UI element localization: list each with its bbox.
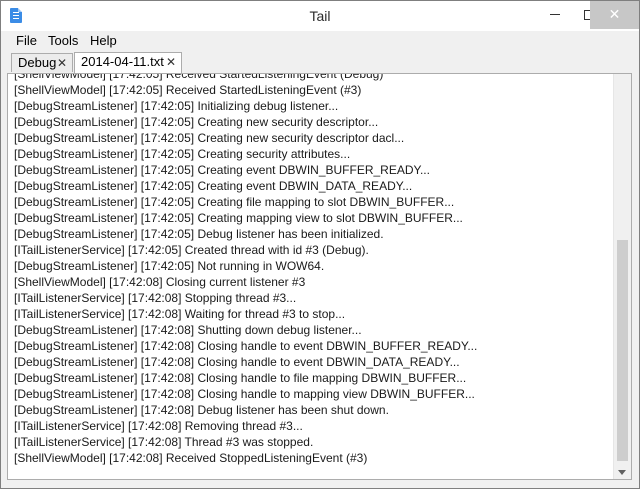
log-line: [DebugStreamListener] [17:42:05] Creatin… (14, 131, 405, 145)
log-line: [DebugStreamListener] [17:42:08] Closing… (14, 371, 467, 385)
close-icon[interactable]: ✕ (57, 54, 67, 72)
log-line: [DebugStreamListener] [17:42:08] Closing… (14, 355, 460, 369)
log-line: [ShellViewModel] [17:42:05] Received Sta… (14, 83, 362, 97)
log-line: [ShellViewModel] [17:42:08] Received Sto… (14, 451, 368, 465)
bottom-frame (1, 481, 639, 488)
log-line: [ShellViewModel] [17:42:08] Closing curr… (14, 275, 306, 289)
vertical-scrollbar[interactable] (613, 74, 631, 479)
menu-file[interactable]: File (16, 31, 37, 51)
log-line: [DebugStreamListener] [17:42:05] Creatin… (14, 147, 351, 161)
tab-bar: Debug ✕ 2014-04-11.txt ✕ (1, 51, 639, 73)
tab-2014-04-11[interactable]: 2014-04-11.txt ✕ (74, 52, 182, 73)
minimize-button[interactable] (538, 1, 572, 29)
log-line: [ShellViewModel] [17:42:05] Received Sta… (14, 73, 384, 81)
menu-bar: File Tools Help (1, 31, 639, 51)
tab-debug[interactable]: Debug ✕ (11, 53, 73, 72)
log-line: [DebugStreamListener] [17:42:05] Debug l… (14, 227, 384, 241)
log-line: [DebugStreamListener] [17:42:05] Initial… (14, 99, 339, 113)
log-line: [ITailListenerService] [17:42:05] Create… (14, 243, 369, 257)
app-window: Tail ✕ File Tools Help Debug ✕ 2014-04-1… (0, 0, 640, 489)
scroll-thumb[interactable] (617, 240, 628, 461)
close-button[interactable]: ✕ (590, 1, 639, 29)
log-view[interactable]: [ShellViewModel] [17:42:05] Received Sta… (7, 73, 632, 480)
log-line: [DebugStreamListener] [17:42:05] Creatin… (14, 115, 379, 129)
log-list: [ShellViewModel] [17:42:05] Received Sta… (14, 73, 614, 466)
log-line: [DebugStreamListener] [17:42:08] Closing… (14, 387, 475, 401)
title-bar[interactable]: Tail ✕ (1, 1, 639, 31)
log-line: [ITailListenerService] [17:42:08] Waitin… (14, 307, 346, 321)
menu-tools[interactable]: Tools (48, 31, 78, 51)
log-line: [DebugStreamListener] [17:42:05] Creatin… (14, 179, 413, 193)
log-line: [DebugStreamListener] [17:42:05] Creatin… (14, 195, 455, 209)
log-line: [DebugStreamListener] [17:42:08] Debug l… (14, 403, 389, 417)
close-icon[interactable]: ✕ (166, 53, 176, 71)
scroll-down-arrow-icon[interactable] (618, 470, 626, 475)
minimize-icon (550, 14, 560, 15)
log-line: [DebugStreamListener] [17:42:08] Shuttin… (14, 323, 362, 337)
log-line: [DebugStreamListener] [17:42:08] Closing… (14, 339, 478, 353)
tab-label: Debug (18, 55, 57, 70)
close-icon: ✕ (608, 7, 621, 23)
menu-help[interactable]: Help (90, 31, 117, 51)
log-line: [DebugStreamListener] [17:42:05] Creatin… (14, 211, 463, 225)
log-line: [ITailListenerService] [17:42:08] Stoppi… (14, 291, 297, 305)
log-line: [DebugStreamListener] [17:42:05] Not run… (14, 259, 325, 273)
log-line: [ITailListenerService] [17:42:08] Removi… (14, 419, 303, 433)
log-line: [DebugStreamListener] [17:42:05] Creatin… (14, 163, 430, 177)
log-line: [ITailListenerService] [17:42:08] Thread… (14, 435, 314, 449)
tab-label: 2014-04-11.txt (81, 54, 164, 69)
